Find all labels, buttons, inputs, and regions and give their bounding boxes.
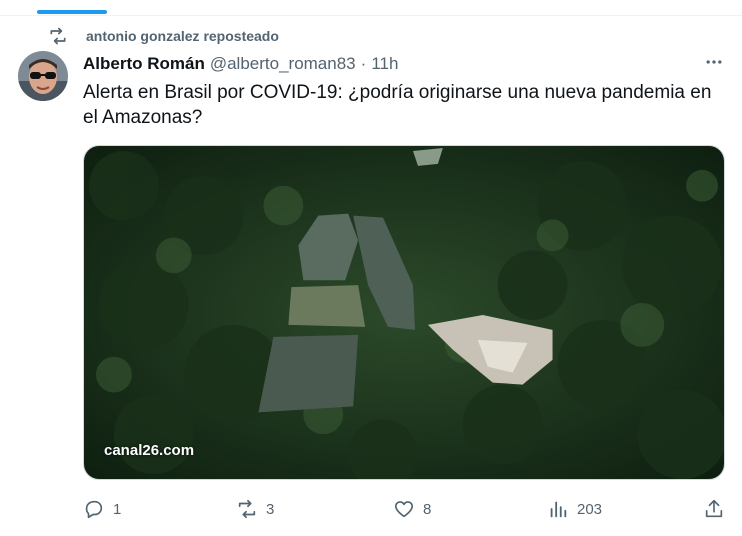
reply-count: 1 — [113, 500, 122, 518]
repost-icon — [48, 26, 68, 46]
heart-icon — [394, 501, 414, 518]
retweet-button[interactable]: 3 — [236, 497, 274, 521]
repost-label: antonio gonzalez reposteado — [86, 28, 279, 44]
tweet-actions: 1 3 8 203 — [83, 497, 728, 521]
tweet-header: Alberto Román @alberto_roman83 · 11h — [83, 52, 398, 76]
retweet-icon — [238, 499, 256, 519]
timestamp[interactable]: 11h — [371, 54, 398, 74]
more-icon — [704, 52, 724, 77]
views-count: 203 — [577, 500, 603, 518]
reply-button[interactable]: 1 — [83, 497, 121, 521]
views-button[interactable]: 203 — [547, 497, 602, 521]
share-button[interactable] — [703, 497, 725, 521]
media-source-label: canal26.com — [104, 442, 195, 459]
retweet-count: 3 — [266, 500, 275, 518]
active-tab-indicator — [37, 10, 107, 14]
like-button[interactable]: 8 — [393, 497, 431, 521]
views-icon — [550, 501, 567, 518]
author-handle[interactable]: @alberto_roman83 — [210, 54, 356, 74]
repost-context[interactable]: antonio gonzalez reposteado — [48, 26, 279, 46]
tweet-media[interactable]: canal26.com — [83, 145, 725, 480]
avatar[interactable] — [18, 51, 68, 101]
separator: · — [360, 54, 367, 73]
share-icon — [705, 499, 723, 518]
divider — [0, 15, 742, 16]
tweet-text: Alerta en Brasil por COVID-19: ¿podría o… — [83, 82, 712, 128]
more-button[interactable] — [702, 52, 726, 76]
like-count: 8 — [423, 500, 432, 518]
amazon-forest-photo — [84, 146, 724, 479]
author-name[interactable]: Alberto Román — [83, 54, 205, 74]
reply-icon — [85, 500, 103, 519]
